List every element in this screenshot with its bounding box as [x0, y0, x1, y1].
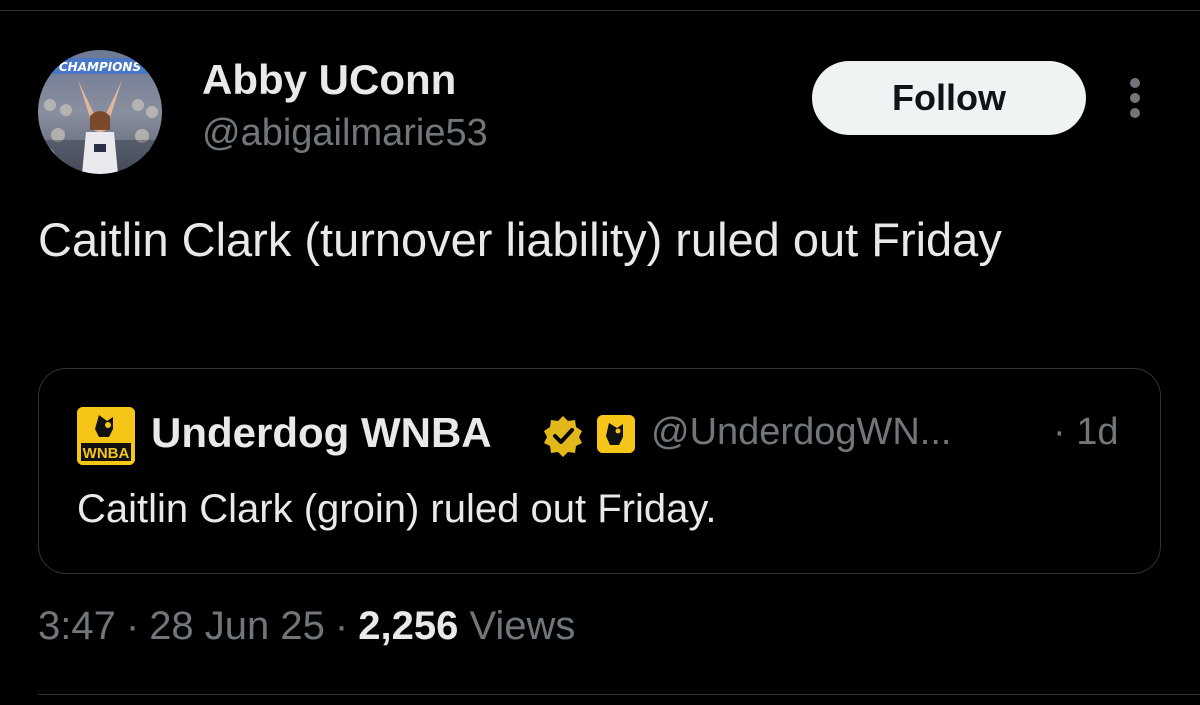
quote-author-handle: @UnderdogWN... [651, 411, 952, 453]
more-dot [1130, 93, 1140, 103]
tweet-time[interactable]: 3:47 [38, 604, 116, 648]
quoted-tweet-card[interactable]: WNBA Underdog WNBA @UnderdogWN... · 1d C… [38, 368, 1161, 574]
meta-separator: · [334, 604, 349, 648]
tweet-meta: 3:47 · 28 Jun 25 · 2,256 Views [38, 604, 575, 649]
author-avatar[interactable]: CHAMPIONS [38, 50, 162, 174]
meta-separator: · [125, 604, 140, 648]
more-dot [1130, 78, 1140, 88]
author-name[interactable]: Abby UConn [202, 56, 456, 104]
follow-button[interactable]: Follow [812, 61, 1086, 135]
tweet-text: Caitlin Clark (turnover liability) ruled… [38, 213, 1002, 266]
tweet-date[interactable]: 28 Jun 25 [149, 604, 325, 648]
quote-author-avatar[interactable]: WNBA [77, 407, 135, 465]
more-dot [1130, 108, 1140, 118]
avatar-photo: CHAMPIONS [38, 50, 162, 174]
author-handle[interactable]: @abigailmarie53 [202, 112, 488, 155]
affiliate-badge-icon [597, 415, 635, 453]
quote-avatar-text: WNBA [83, 445, 130, 462]
bottom-divider [38, 694, 1200, 695]
underdog-logo-icon: WNBA [77, 407, 135, 465]
quote-timestamp[interactable]: · 1d [1053, 411, 1118, 454]
avatar-banner-text: CHAMPIONS [59, 60, 141, 74]
top-divider [0, 10, 1200, 11]
quote-text: Caitlin Clark (groin) ruled out Friday. [77, 487, 717, 531]
views-count[interactable]: 2,256 [358, 604, 458, 648]
verified-badge-icon [541, 414, 585, 458]
views-label: Views [469, 604, 576, 648]
quote-author-name: Underdog WNBA [151, 409, 492, 456]
more-vertical-icon[interactable] [1118, 74, 1154, 122]
